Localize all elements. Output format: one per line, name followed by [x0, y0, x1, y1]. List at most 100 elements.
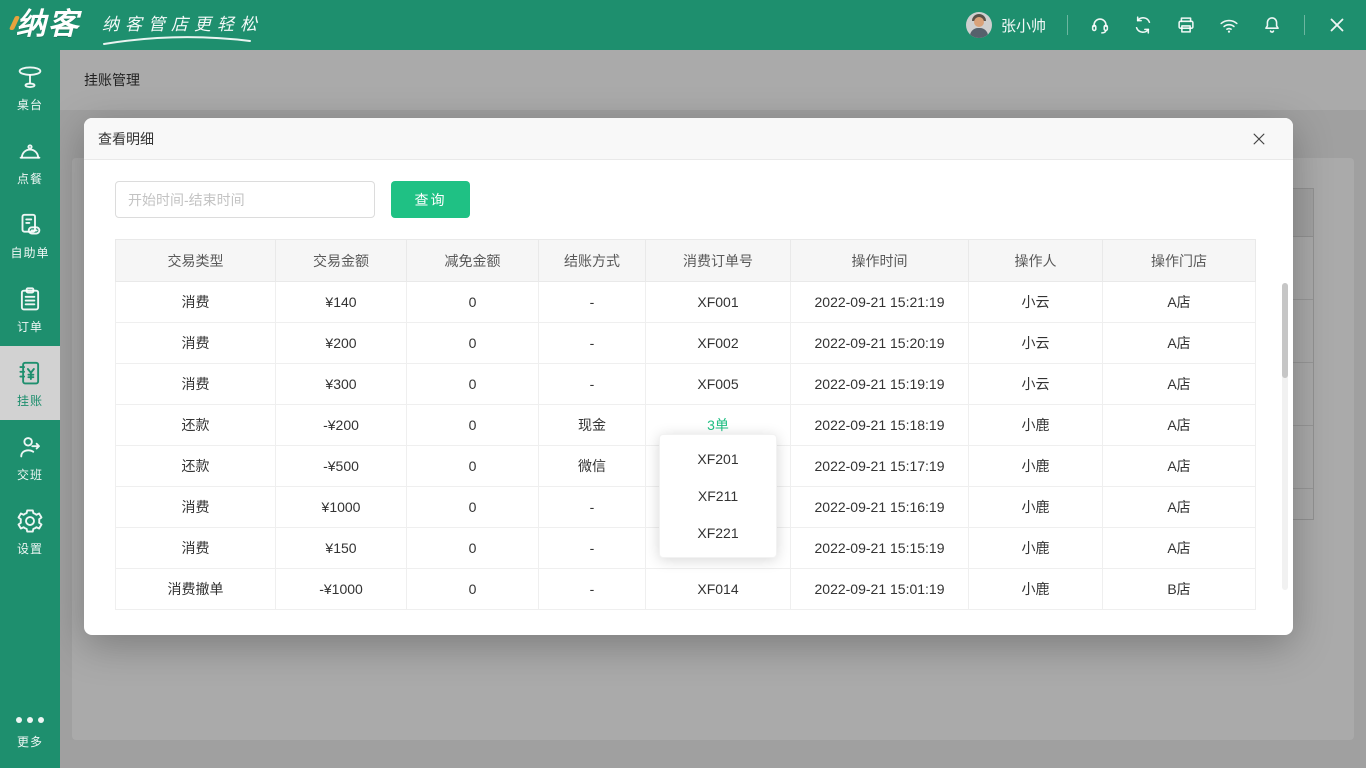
table-row: 消费 ¥200 0 - XF002 2022-09-21 15:20:19 小云… — [116, 323, 1256, 364]
scrollbar-thumb[interactable] — [1282, 283, 1288, 378]
sidebar-item-credit[interactable]: 挂账 — [0, 346, 60, 420]
cell-amount: ¥150 — [276, 528, 407, 569]
credit-ledger-icon — [15, 358, 45, 388]
sidebar-item-label: 订单 — [17, 318, 43, 335]
cell-store: A店 — [1103, 487, 1256, 528]
col-header: 操作时间 — [791, 240, 969, 282]
col-header: 结账方式 — [539, 240, 646, 282]
sync-icon[interactable] — [1132, 14, 1154, 36]
cloche-icon — [15, 136, 45, 166]
cell-discount: 0 — [407, 364, 539, 405]
cell-method: - — [539, 528, 646, 569]
self-order-icon — [15, 210, 45, 240]
cell-type: 消费 — [116, 487, 276, 528]
cell-time: 2022-09-21 15:17:19 — [791, 446, 969, 487]
sidebar-item-label: 交班 — [17, 466, 43, 483]
order-list-popover: XF201 XF211 XF221 — [659, 434, 777, 558]
col-header: 交易金额 — [276, 240, 407, 282]
sidebar-item-shift[interactable]: 交班 — [0, 420, 60, 494]
cell-time: 2022-09-21 15:16:19 — [791, 487, 969, 528]
cell-store: A店 — [1103, 282, 1256, 323]
cell-order: XF014 — [646, 569, 791, 610]
cell-order: XF001 — [646, 282, 791, 323]
cell-operator: 小云 — [969, 282, 1103, 323]
sidebar-item-ordering[interactable]: 点餐 — [0, 124, 60, 198]
cell-store: A店 — [1103, 528, 1256, 569]
tagline-underline — [102, 36, 252, 46]
cell-operator: 小云 — [969, 323, 1103, 364]
table-row: 消费 ¥140 0 - XF001 2022-09-21 15:21:19 小云… — [116, 282, 1256, 323]
sidebar-item-label: 点餐 — [17, 170, 43, 187]
cell-amount: -¥200 — [276, 405, 407, 446]
cell-method: - — [539, 364, 646, 405]
app-window: 挂账管理 纳客 纳客管店更轻松 张小帅 — [0, 0, 1366, 768]
cell-method: 现金 — [539, 405, 646, 446]
popover-order-item[interactable]: XF201 — [660, 441, 776, 478]
wifi-icon[interactable] — [1218, 14, 1240, 36]
tagline-text: 纳客管店更轻松 — [102, 15, 263, 35]
top-bar: 纳客 纳客管店更轻松 张小帅 — [0, 0, 1366, 50]
table-row: 消费撤单 -¥1000 0 - XF014 2022-09-21 15:01:1… — [116, 569, 1256, 610]
sidebar-item-label: 桌台 — [17, 96, 43, 113]
cell-method: - — [539, 282, 646, 323]
cell-store: A店 — [1103, 405, 1256, 446]
view-detail-modal: 查看明细 查询 交易类型 交易金额 减免金额 结账方式 消费订单号 — [84, 118, 1293, 635]
cell-store: B店 — [1103, 569, 1256, 610]
cell-discount: 0 — [407, 528, 539, 569]
cell-time: 2022-09-21 15:15:19 — [791, 528, 969, 569]
sidebar-item-orders[interactable]: 订单 — [0, 272, 60, 346]
cell-time: 2022-09-21 15:01:19 — [791, 569, 969, 610]
col-header: 交易类型 — [116, 240, 276, 282]
cell-type: 还款 — [116, 405, 276, 446]
modal-close-icon[interactable] — [1249, 129, 1269, 149]
cell-store: A店 — [1103, 364, 1256, 405]
user-avatar[interactable] — [966, 12, 992, 38]
logo-text: 纳客 — [16, 2, 80, 48]
sidebar-item-label: 自助单 — [10, 244, 49, 261]
cell-discount: 0 — [407, 487, 539, 528]
date-range-input[interactable] — [115, 181, 375, 218]
col-header: 消费订单号 — [646, 240, 791, 282]
table-scrollbar[interactable] — [1282, 283, 1288, 590]
brand-logo: 纳客 — [16, 2, 80, 48]
cell-time: 2022-09-21 15:20:19 — [791, 323, 969, 364]
sidebar-item-tables[interactable]: 桌台 — [0, 50, 60, 124]
topbar-divider — [1067, 15, 1068, 35]
cell-operator: 小鹿 — [969, 569, 1103, 610]
cell-amount: ¥300 — [276, 364, 407, 405]
cell-method: - — [539, 487, 646, 528]
cell-operator: 小云 — [969, 364, 1103, 405]
printer-icon[interactable] — [1175, 14, 1197, 36]
col-header: 操作门店 — [1103, 240, 1256, 282]
cell-order: XF005 — [646, 364, 791, 405]
cell-method: - — [539, 323, 646, 364]
notifications-bell-icon[interactable] — [1261, 14, 1283, 36]
cell-time: 2022-09-21 15:19:19 — [791, 364, 969, 405]
cell-store: A店 — [1103, 323, 1256, 364]
app-close-icon[interactable] — [1326, 14, 1348, 36]
brand-tagline: 纳客管店更轻松 — [102, 4, 263, 46]
cell-discount: 0 — [407, 282, 539, 323]
table-row: 消费 ¥300 0 - XF005 2022-09-21 15:19:19 小云… — [116, 364, 1256, 405]
customer-service-icon[interactable] — [1089, 14, 1111, 36]
cell-amount: ¥200 — [276, 323, 407, 364]
cell-discount: 0 — [407, 569, 539, 610]
clipboard-icon — [15, 284, 45, 314]
cell-store: A店 — [1103, 446, 1256, 487]
col-header: 减免金额 — [407, 240, 539, 282]
cell-type: 消费 — [116, 528, 276, 569]
sidebar-item-label: 挂账 — [17, 392, 43, 409]
popover-order-item[interactable]: XF211 — [660, 478, 776, 515]
shift-change-icon — [15, 432, 45, 462]
sidebar-item-label: 更多 — [17, 733, 43, 750]
sidebar-item-more[interactable]: 更多 — [0, 700, 60, 760]
cell-operator: 小鹿 — [969, 528, 1103, 569]
sidebar-item-self-orders[interactable]: 自助单 — [0, 198, 60, 272]
sidebar-item-settings[interactable]: 设置 — [0, 494, 60, 568]
cell-discount: 0 — [407, 323, 539, 364]
modal-header: 查看明细 — [84, 118, 1293, 160]
query-button[interactable]: 查询 — [391, 181, 470, 218]
cell-method: - — [539, 569, 646, 610]
cell-type: 还款 — [116, 446, 276, 487]
popover-order-item[interactable]: XF221 — [660, 515, 776, 552]
